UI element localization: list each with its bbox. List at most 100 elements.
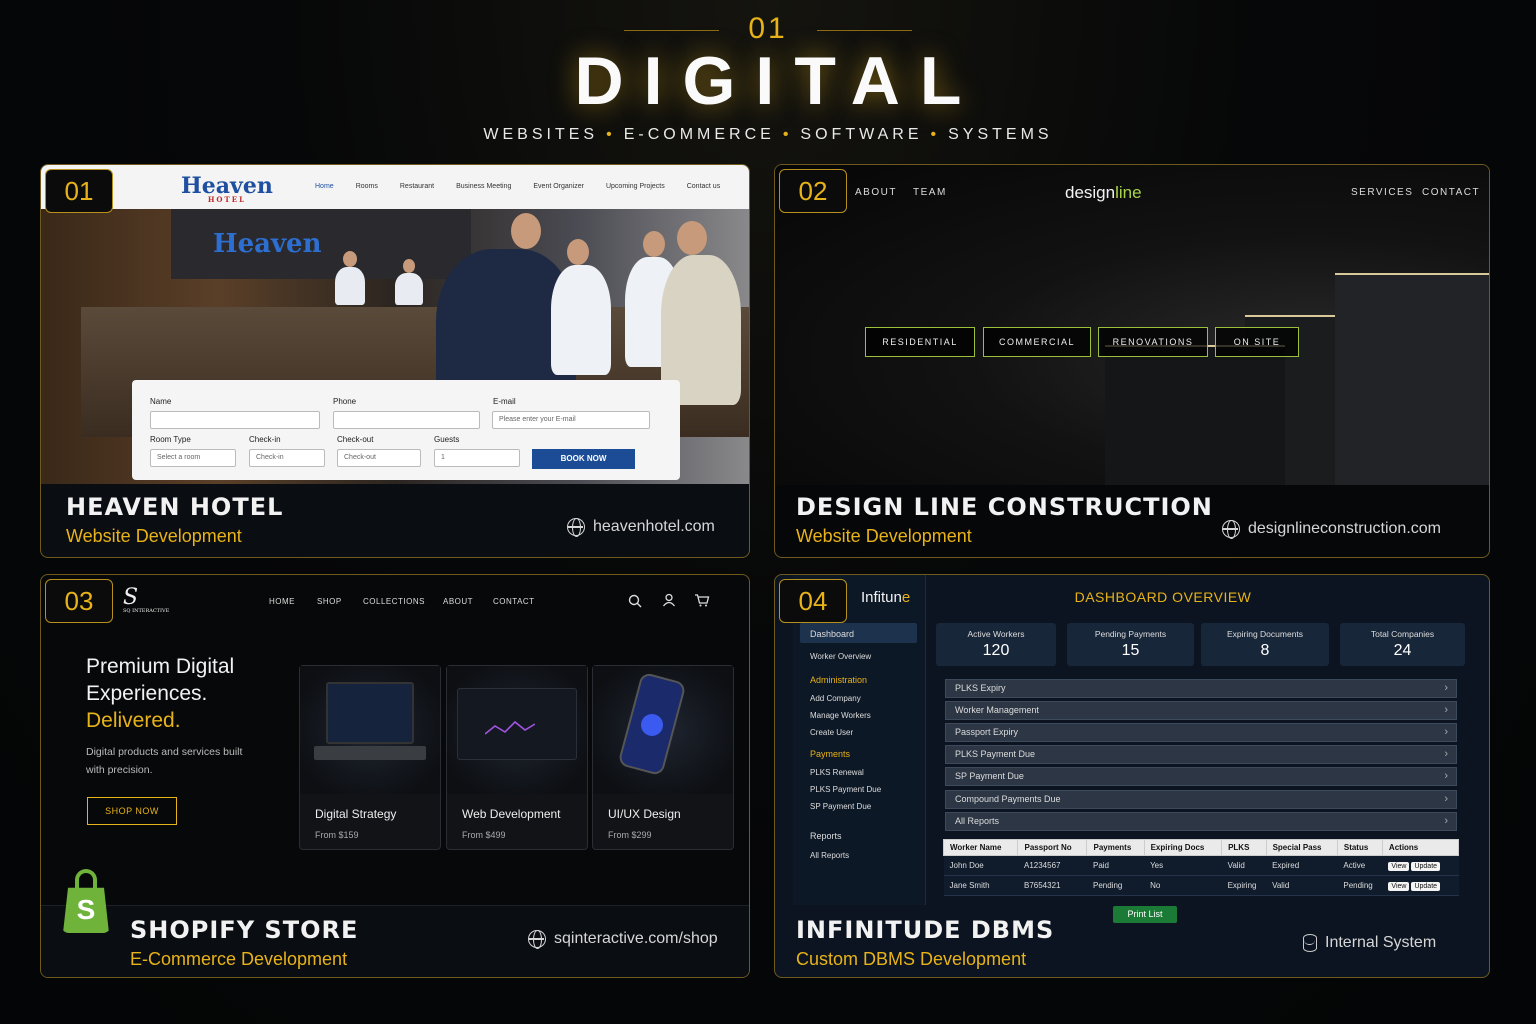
- name-input[interactable]: [150, 411, 320, 429]
- checkout-input[interactable]: Check-out: [337, 449, 421, 467]
- staff-head: [643, 231, 665, 257]
- stat-card-pending-payments: Pending Payments 15: [1067, 623, 1194, 666]
- designline-nav-team[interactable]: TEAM: [913, 187, 947, 198]
- actions-cell: View Update: [1382, 875, 1459, 896]
- search-icon[interactable]: [628, 594, 642, 608]
- staff-figure: [335, 267, 365, 305]
- sidebar-item-all-reports[interactable]: All Reports: [810, 851, 849, 860]
- project-card-shopify[interactable]: 03 S SQ INTERACTIVE HOME SHOP COLLECTIONS…: [40, 574, 750, 978]
- phone-input[interactable]: [333, 411, 480, 429]
- designline-logo-a: design: [1065, 183, 1116, 202]
- tab-residential[interactable]: RESIDENTIAL: [865, 327, 975, 357]
- cart-icon[interactable]: [694, 593, 710, 607]
- checkin-input[interactable]: Check-in: [249, 449, 325, 467]
- card-link-text: sqinteractive.com/shop: [554, 930, 718, 947]
- sq-logo: S SQ INTERACTIVE: [123, 585, 169, 614]
- stat-label: Pending Payments: [1094, 629, 1167, 639]
- designline-nav-about[interactable]: ABOUT: [855, 187, 897, 198]
- shop-nav-contact[interactable]: CONTACT: [493, 597, 535, 606]
- tab-commercial[interactable]: COMMERCIAL: [983, 327, 1091, 357]
- menu-row-plks-expiry[interactable]: PLKS Expiry: [945, 679, 1457, 698]
- sidebar-item-plks-payment-due[interactable]: PLKS Payment Due: [810, 785, 881, 794]
- hotel-nav-business-meeting[interactable]: Business Meeting: [456, 183, 511, 190]
- column-header: Expiring Docs: [1143, 839, 1223, 856]
- menu-row-plks-payment-due[interactable]: PLKS Payment Due: [945, 745, 1457, 764]
- actions-cell: View Update: [1382, 855, 1459, 876]
- menu-row-compound-payments-due[interactable]: Compound Payments Due: [945, 790, 1457, 809]
- sidebar-item-sp-payment-due[interactable]: SP Payment Due: [810, 802, 871, 811]
- sidebar-item-add-company[interactable]: Add Company: [810, 694, 861, 703]
- view-button[interactable]: View: [1388, 881, 1410, 891]
- sidebar-item-create-user[interactable]: Create User: [810, 728, 853, 737]
- card-link[interactable]: designlineconstruction.com: [1222, 520, 1441, 539]
- column-header: PLKS: [1221, 839, 1267, 856]
- view-button[interactable]: View: [1388, 861, 1410, 871]
- menu-row-sp-payment-due[interactable]: SP Payment Due: [945, 767, 1457, 786]
- sidebar-item-manage-workers[interactable]: Manage Workers: [810, 711, 871, 720]
- card-link-text: Internal System: [1325, 934, 1437, 951]
- product-card[interactable]: Digital Strategy From $159: [299, 665, 441, 850]
- chart-sparkline: [485, 720, 535, 735]
- shop-nav-home[interactable]: HOME: [269, 597, 295, 606]
- designline-nav-services[interactable]: SERVICES: [1351, 187, 1413, 198]
- email-input[interactable]: Please enter your E-mail: [492, 411, 650, 429]
- tab-renovations[interactable]: RENOVATIONS: [1098, 327, 1208, 357]
- project-card-heaven-hotel[interactable]: 01 Heaven HOTEL Home Rooms Restaurant Bus…: [40, 164, 750, 558]
- construction-building-image: [775, 165, 1489, 485]
- staff-figure: [551, 265, 611, 375]
- update-button[interactable]: Update: [1411, 881, 1441, 891]
- globe-icon: [567, 518, 585, 537]
- shop-nav-collections[interactable]: COLLECTIONS: [363, 597, 425, 606]
- stat-value: 24: [1393, 642, 1412, 659]
- hotel-nav-event-organizer[interactable]: Event Organizer: [533, 183, 584, 190]
- header-subtitle: WEBSITES • E-COMMERCE • SOFTWARE • SYSTEMS: [0, 126, 1536, 144]
- cell: Pending: [1337, 875, 1383, 896]
- booking-form: Name Phone E-mail Please enter your E-ma…: [132, 380, 680, 480]
- user-icon[interactable]: [662, 593, 676, 607]
- product-card[interactable]: UI/UX Design From $299: [592, 665, 734, 850]
- hotel-nav-home[interactable]: Home: [315, 183, 334, 190]
- card-number-badge: 01: [45, 169, 113, 213]
- print-list-button[interactable]: Print List: [1113, 906, 1177, 923]
- menu-row-all-reports[interactable]: All Reports: [945, 812, 1457, 831]
- subtitle-separator: •: [930, 126, 941, 143]
- designline-nav-contact[interactable]: CONTACT: [1422, 187, 1480, 198]
- tab-on-site[interactable]: ON SITE: [1215, 327, 1299, 357]
- shop-nav-shop[interactable]: SHOP: [317, 597, 342, 606]
- shop-nav-about[interactable]: ABOUT: [443, 597, 473, 606]
- guest-head: [511, 213, 541, 249]
- designline-logo: designline: [1065, 183, 1142, 203]
- sidebar-item-dashboard[interactable]: Dashboard: [810, 629, 854, 639]
- sidebar-item-worker-overview[interactable]: Worker Overview: [810, 652, 871, 661]
- cell: Pending: [1086, 875, 1145, 896]
- sq-logo-sub: SQ INTERACTIVE: [123, 608, 170, 614]
- subtitle-software: SOFTWARE: [800, 126, 923, 143]
- menu-row-passport-expiry[interactable]: Passport Expiry: [945, 723, 1457, 742]
- hotel-nav-upcoming-projects[interactable]: Upcoming Projects: [606, 183, 665, 190]
- card-link[interactable]: heavenhotel.com: [567, 518, 715, 537]
- dashboard-title: DASHBOARD OVERVIEW: [1074, 589, 1252, 605]
- sidebar-item-plks-renewal[interactable]: PLKS Renewal: [810, 768, 864, 777]
- staff-figure: [395, 273, 423, 305]
- shop-now-button[interactable]: SHOP NOW: [87, 797, 177, 825]
- product-card[interactable]: Web Development From $499: [446, 665, 588, 850]
- menu-row-worker-management[interactable]: Worker Management: [945, 701, 1457, 720]
- project-card-design-line[interactable]: 02 ABOUT TEAM designline SERVICES CONTAC…: [774, 164, 1490, 558]
- book-now-button[interactable]: BOOK NOW: [532, 449, 635, 469]
- room-type-select[interactable]: Select a room: [150, 449, 236, 467]
- card-link: Internal System: [1303, 934, 1436, 952]
- hotel-nav-contact[interactable]: Contact us: [687, 183, 720, 190]
- dbms-brand-b: e: [901, 589, 911, 606]
- globe-icon: [528, 930, 546, 949]
- stat-label: Active Workers: [967, 629, 1025, 639]
- card-link[interactable]: sqinteractive.com/shop: [528, 930, 718, 949]
- phone-label: Phone: [333, 397, 357, 406]
- hotel-nav-rooms[interactable]: Rooms: [356, 183, 378, 190]
- subtitle-separator: •: [782, 126, 793, 143]
- project-card-infinitude[interactable]: 04 Infitune Dashboard Worker Overview Ad…: [774, 574, 1490, 978]
- hotel-nav-restaurant[interactable]: Restaurant: [400, 183, 434, 190]
- room-type-label: Room Type: [150, 435, 191, 444]
- update-button[interactable]: Update: [1411, 861, 1441, 871]
- guests-input[interactable]: 1: [434, 449, 520, 467]
- stat-card-total-companies: Total Companies 24: [1340, 623, 1465, 666]
